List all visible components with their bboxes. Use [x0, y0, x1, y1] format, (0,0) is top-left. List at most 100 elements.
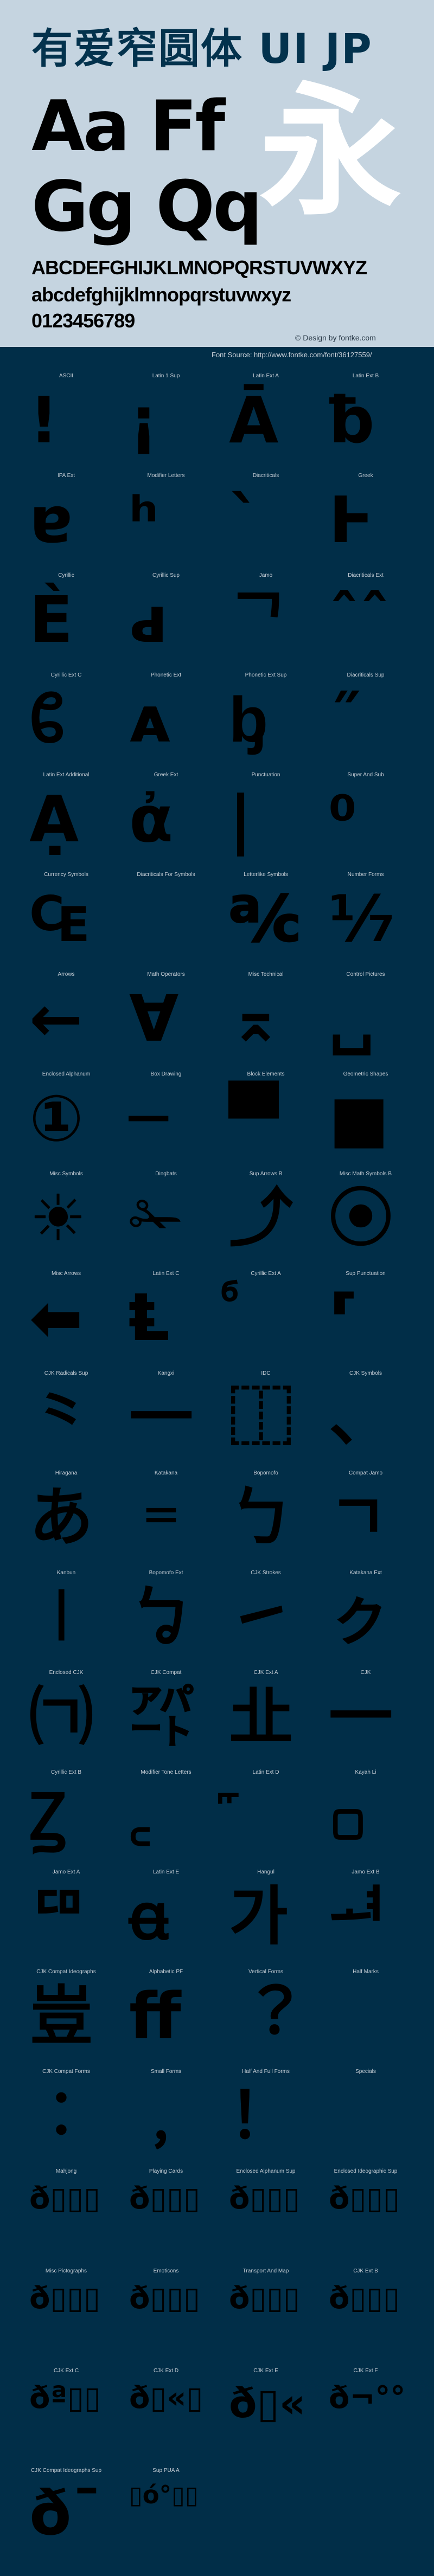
block-label: CJK Symbols	[349, 1370, 382, 1376]
block-cell: CJK Ext D ð▯«▯	[116, 2364, 216, 2463]
block-label: Half Marks	[353, 1969, 379, 1975]
block-cell: Transport And Map ð▯▯▯	[216, 2264, 316, 2364]
block-cell: Kanbun ㆐	[16, 1566, 116, 1665]
block-cell: Cyrillic Ext Aⷠ	[216, 1266, 316, 1366]
block-glyph: Ā	[229, 383, 279, 458]
block-glyph: ㇀	[229, 1580, 293, 1654]
block-glyph: 一	[329, 1679, 393, 1754]
block-label: CJK	[360, 1670, 371, 1676]
block-glyph: 豈	[29, 1979, 94, 2053]
block-cell: Cyrillic Ext B Ꙁ	[16, 1765, 116, 1865]
block-glyph: ð▯▯▯	[129, 2181, 200, 2216]
block-label: Latin Ext D	[252, 1769, 279, 1775]
block-cell: Box Drawing ─	[116, 1067, 216, 1167]
block-label: Jamo Ext B	[352, 1869, 380, 1875]
block-label: Hangul	[257, 1869, 275, 1875]
block-glyph: ᄀ	[229, 582, 288, 657]
block-label: Latin Ext E	[152, 1869, 180, 1875]
block-label: Playing Cards	[149, 2168, 183, 2174]
block-glyph: ⿰	[229, 1380, 293, 1455]
block-label: CJK Ext F	[353, 2368, 378, 2374]
block-label: Diacriticals For Symbols	[137, 872, 195, 878]
block-label: Small Forms	[150, 2069, 182, 2075]
block-cell: Emoticons ð▯▯▯	[116, 2264, 216, 2364]
block-label: Enclosed Ideographic Sup	[334, 2168, 398, 2174]
block-cell: Latin Ext D꜠	[216, 1765, 316, 1865]
block-label: IDC	[261, 1370, 271, 1376]
block-glyph: ð▯▯▯	[29, 2281, 100, 2316]
block-label: CJK Ext A	[253, 1670, 278, 1676]
block-cell: Misc Pictographs ð▯▯▯	[16, 2264, 116, 2364]
block-label: Diacriticals Ext	[348, 572, 384, 578]
block-cell: Hiragana あ	[16, 1466, 116, 1566]
block-label: CJK Compat Forms	[42, 2069, 90, 2075]
block-glyph: ð▯▯▯	[29, 2181, 100, 2216]
block-glyph: ᴀ	[129, 682, 171, 757]
block-glyph: ð▯«	[229, 2379, 306, 2427]
block-cell: Misc Math Symbols B ⦿	[316, 1167, 416, 1266]
block-cell: Diacriticals Ext ˆˆ	[316, 568, 416, 668]
design-credit: © Design by fontke.com	[295, 333, 376, 342]
block-label: CJK Ext B	[353, 2268, 378, 2274]
block-cell: Vertical Forms ︖	[216, 1965, 316, 2064]
block-cell: Jamo Ext A ꥠ	[16, 1865, 116, 1965]
block-cell: Sup Arrows B ⤴	[216, 1167, 316, 1266]
block-label: Bopomofo Ext	[149, 1570, 183, 1576]
block-glyph: ﬀ	[129, 1979, 181, 2053]
block-cell: Half Marks	[316, 1965, 416, 2064]
block-label: CJK Compat Ideographs Sup	[30, 2468, 102, 2474]
block-label: Sup PUA A	[152, 2468, 180, 2474]
block-glyph: ˝	[329, 682, 361, 757]
block-cell: Small Forms ﹐	[116, 2064, 216, 2164]
block-glyph: !	[29, 383, 59, 458]
block-cell: Hangul 가	[216, 1865, 316, 1965]
block-glyph: ⦿	[329, 1181, 393, 1255]
block-glyph: ᲀ	[29, 682, 65, 757]
font-source-link[interactable]: Font Source: http://www.fontke.com/font/…	[212, 351, 372, 359]
block-glyph: ⼀	[129, 1380, 194, 1455]
block-glyph: ■	[329, 1081, 390, 1156]
block-glyph: ⬅	[29, 1280, 83, 1355]
block-label: Phonetic Ext Sup	[245, 672, 287, 678]
block-glyph: ⁰	[329, 782, 357, 856]
block-label: Vertical Forms	[248, 1969, 283, 1975]
block-label: Currency Symbols	[44, 872, 88, 878]
block-glyph: ▀	[229, 1081, 278, 1156]
block-cell: CJK Compat Ideographs Sup ð¯	[16, 2463, 116, 2563]
block-cell: CJK 一	[316, 1665, 416, 1765]
block-glyph: ƀ	[329, 383, 375, 458]
block-glyph: ⤴	[229, 1181, 293, 1255]
block-cell: Half And Full Forms ！	[216, 2064, 316, 2164]
block-glyph: ℀	[229, 881, 301, 956]
block-glyph: ԁ	[129, 582, 168, 657]
block-label: Misc Math Symbols B	[339, 1171, 392, 1177]
block-glyph: ゠	[129, 1480, 194, 1555]
block-cell: Cyrillic Ext C ᲀ	[16, 668, 116, 768]
block-label: Enclosed CJK	[49, 1670, 84, 1676]
block-cell: Alphabetic PF ﬀ	[116, 1965, 216, 2064]
block-label: Diacriticals Sup	[347, 672, 385, 678]
block-glyph: ˆˆ	[329, 582, 390, 654]
block-glyph: ▯ó°▯▯	[129, 2481, 199, 2509]
block-label: CJK Ext C	[53, 2368, 79, 2374]
block-label: Specials	[355, 2069, 376, 2075]
block-label: Latin Ext C	[152, 1271, 180, 1277]
block-cell: Letterlike Symbols ℀	[216, 867, 316, 967]
block-cell: CJK Symbols 、	[316, 1366, 416, 1466]
block-cell: Jamo Ext B ힰ	[316, 1865, 416, 1965]
block-cell: Geometric Shapes ■	[316, 1067, 416, 1167]
block-label: Sup Punctuation	[346, 1271, 386, 1277]
block-cell: Katakana Ext ㇰ	[316, 1566, 416, 1665]
block-cell: Misc Symbols ☀	[16, 1167, 116, 1266]
block-label: Number Forms	[347, 872, 384, 878]
block-cell: Control Pictures ␣	[316, 967, 416, 1067]
block-glyph: ☀	[29, 1181, 87, 1255]
block-label: CJK Strokes	[251, 1570, 281, 1576]
block-label: CJK Compat	[150, 1670, 182, 1676]
block-glyph: |	[229, 782, 253, 856]
block-cell: Enclosed Ideographic Sup ð▯▯▯	[316, 2164, 416, 2264]
block-glyph: 、	[329, 1380, 393, 1455]
block-label: Modifier Letters	[147, 473, 185, 479]
block-cell: Diacriticals ˋ	[216, 468, 316, 568]
block-glyph: ─	[129, 1081, 168, 1156]
